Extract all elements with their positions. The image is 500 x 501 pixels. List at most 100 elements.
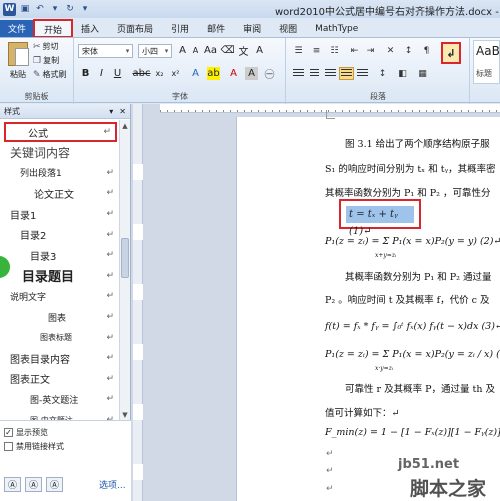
tab-mathtype[interactable]: MathType bbox=[306, 20, 367, 37]
borders-icon[interactable]: ▦ bbox=[415, 67, 430, 80]
scroll-up-icon[interactable]: ▲ bbox=[120, 120, 130, 131]
superscript-icon[interactable]: x² bbox=[169, 67, 182, 80]
styles-pane-header: 样式 ▾ ✕ bbox=[0, 104, 130, 119]
enclose-char-icon[interactable]: ㊀ bbox=[263, 67, 276, 81]
options-link[interactable]: 选项... bbox=[99, 478, 126, 491]
close-icon[interactable]: ✕ bbox=[119, 107, 126, 116]
paste-button[interactable]: 粘贴 bbox=[4, 42, 32, 86]
style-item[interactable]: 说明文字 ↵ bbox=[0, 286, 118, 307]
tab-insert[interactable]: 插入 bbox=[72, 20, 108, 37]
style-item[interactable]: 列出段落1 ↵ bbox=[0, 163, 118, 184]
style-item[interactable]: 图-中文题注↵ bbox=[0, 410, 118, 420]
subscript-icon[interactable]: x₂ bbox=[153, 67, 166, 80]
style-item[interactable]: 图-英文题注 ↵ bbox=[0, 389, 118, 410]
bullets-icon[interactable]: ☰ bbox=[291, 44, 306, 57]
paragraph-style-icon: ↵ bbox=[106, 167, 114, 178]
bold-button[interactable]: B bbox=[79, 67, 92, 80]
highlight-icon[interactable]: ab bbox=[207, 67, 220, 80]
strikethrough-icon[interactable]: abc bbox=[133, 67, 151, 80]
paragraph-style-icon: ↵ bbox=[106, 250, 114, 261]
format-painter-button[interactable]: ✎ 格式刷 bbox=[33, 69, 67, 80]
font-color-icon[interactable]: A bbox=[227, 67, 240, 80]
style-item[interactable]: 目录题目 ↵ bbox=[0, 266, 118, 287]
equation-line: P₁(z = zᵢ) = Σ P₁(x = x)P₂(y = zᵢ / x) (… bbox=[325, 349, 500, 360]
change-case-icon[interactable]: Aa bbox=[204, 44, 217, 57]
font-size-select[interactable]: 小四 ▾ bbox=[138, 44, 172, 58]
right-aligned-tab-icon[interactable]: ↲ bbox=[441, 42, 461, 64]
tab-review[interactable]: 审阅 bbox=[234, 20, 270, 37]
redo-icon[interactable]: ↻ bbox=[64, 3, 76, 15]
line-spacing-icon[interactable]: ↕ bbox=[375, 67, 390, 80]
disable-linked-checkbox[interactable]: 禁用链接样式 bbox=[4, 441, 64, 452]
style-item[interactable]: 图表标题 ↵ bbox=[0, 327, 118, 348]
style-item[interactable]: 目录3 ↵ bbox=[0, 245, 118, 266]
justify-icon[interactable] bbox=[339, 67, 354, 80]
equation-line: F_min(z) = 1 − [1 − Fₓ(z)][1 − Fᵧ(z)] (5… bbox=[325, 427, 500, 438]
selected-equation[interactable]: t = tₓ + tᵧ (1)↵ bbox=[339, 199, 421, 237]
paragraph-style-icon: ↵ bbox=[103, 127, 111, 137]
sort-icon[interactable]: ↕ bbox=[401, 44, 416, 57]
copy-icon: ❐ bbox=[33, 55, 42, 66]
style-item[interactable]: 图表目录内容 ↵ bbox=[0, 348, 118, 369]
phonetic-icon[interactable]: 文 bbox=[237, 44, 250, 58]
manage-styles-button[interactable]: Ⓐ bbox=[46, 477, 63, 492]
char-shading-icon[interactable]: A bbox=[245, 67, 258, 80]
style-inspector-button[interactable]: Ⓐ bbox=[25, 477, 42, 492]
copy-button[interactable]: ❐ 复制 bbox=[33, 55, 59, 66]
paragraph-style-icon: ↵ bbox=[106, 312, 114, 323]
watermark-brand: 脚本之家 bbox=[410, 478, 487, 500]
style-item[interactable]: 论文正文 ↵ bbox=[0, 183, 118, 204]
style-item[interactable]: 公式 ↵ bbox=[4, 122, 117, 142]
style-item-label: 目录题目 bbox=[22, 270, 75, 286]
decrease-indent-icon[interactable]: ⇤ bbox=[347, 44, 362, 57]
tab-references[interactable]: 引用 bbox=[162, 20, 198, 37]
shrink-font-icon[interactable]: A bbox=[189, 44, 202, 57]
tab-page-layout[interactable]: 页面布局 bbox=[108, 20, 162, 37]
italic-button[interactable]: I bbox=[95, 67, 108, 80]
pane-menu-icon[interactable]: ▾ bbox=[109, 107, 113, 116]
tab-view[interactable]: 视图 bbox=[270, 20, 306, 37]
tab-mailings[interactable]: 邮件 bbox=[198, 20, 234, 37]
underline-button[interactable]: U bbox=[111, 67, 124, 80]
align-right-icon[interactable] bbox=[323, 67, 338, 80]
customize-icon[interactable]: ▾ bbox=[79, 3, 91, 15]
new-style-button[interactable]: Ⓐ bbox=[4, 477, 21, 492]
word-window: W ▣ ↶ ▾ ↻ ▾ word2010中公式居中编号右对齐操作方法.docx … bbox=[0, 0, 500, 501]
style-item[interactable]: 图表正文 ↵ bbox=[0, 369, 118, 390]
scroll-thumb[interactable] bbox=[121, 238, 129, 278]
shading-icon[interactable]: ◧ bbox=[395, 67, 410, 80]
show-marks-icon[interactable]: ¶ bbox=[419, 44, 434, 57]
style-item[interactable]: 目录2 ↵ bbox=[0, 224, 118, 245]
clipboard-group-label: 剪贴板 bbox=[24, 92, 49, 101]
text-effects-icon[interactable]: A bbox=[189, 67, 202, 80]
qat-dropdown-icon[interactable]: ▾ bbox=[49, 3, 61, 15]
styles-gallery[interactable]: AaBb 标题 bbox=[473, 40, 500, 84]
distributed-icon[interactable] bbox=[355, 67, 370, 80]
align-left-icon[interactable] bbox=[291, 67, 306, 80]
numbering-icon[interactable]: ≡ bbox=[309, 44, 324, 57]
style-item[interactable]: 关键词内容 bbox=[0, 142, 118, 163]
style-item[interactable]: 目录1 ↵ bbox=[0, 204, 118, 225]
increase-indent-icon[interactable]: ⇥ bbox=[363, 44, 378, 57]
paragraph-style-icon: ↵ bbox=[106, 373, 114, 384]
tab-file[interactable]: 文件 bbox=[0, 20, 34, 37]
grow-font-icon[interactable]: A bbox=[176, 44, 189, 57]
cut-button[interactable]: ✂ 剪切 bbox=[33, 41, 59, 52]
paragraph-style-icon: ↵ bbox=[106, 188, 114, 199]
scroll-down-icon[interactable]: ▼ bbox=[120, 409, 130, 420]
paragraph-mark: ↵ bbox=[326, 484, 334, 494]
multilevel-list-icon[interactable]: ☷ bbox=[327, 44, 342, 57]
font-name-select[interactable]: 宋体 ▾ bbox=[78, 44, 133, 58]
char-border-icon[interactable]: A bbox=[253, 44, 266, 57]
word-logo-icon[interactable]: W bbox=[3, 2, 16, 16]
clear-format-icon[interactable]: ⌫ bbox=[220, 44, 234, 57]
undo-icon[interactable]: ↶ bbox=[34, 3, 46, 15]
style-item[interactable]: 图表 ↵ bbox=[0, 307, 118, 328]
style-list-scrollbar[interactable]: ▲ ▼ bbox=[119, 120, 130, 420]
title-bar: W ▣ ↶ ▾ ↻ ▾ word2010中公式居中编号右对齐操作方法.docx … bbox=[0, 0, 500, 18]
save-icon[interactable]: ▣ bbox=[19, 3, 31, 15]
tab-home[interactable]: 开始 bbox=[32, 19, 74, 38]
show-preview-checkbox[interactable]: ✓ 显示预览 bbox=[4, 427, 48, 438]
chinese-layout-icon[interactable]: ✕ bbox=[383, 44, 398, 57]
align-center-icon[interactable] bbox=[307, 67, 322, 80]
